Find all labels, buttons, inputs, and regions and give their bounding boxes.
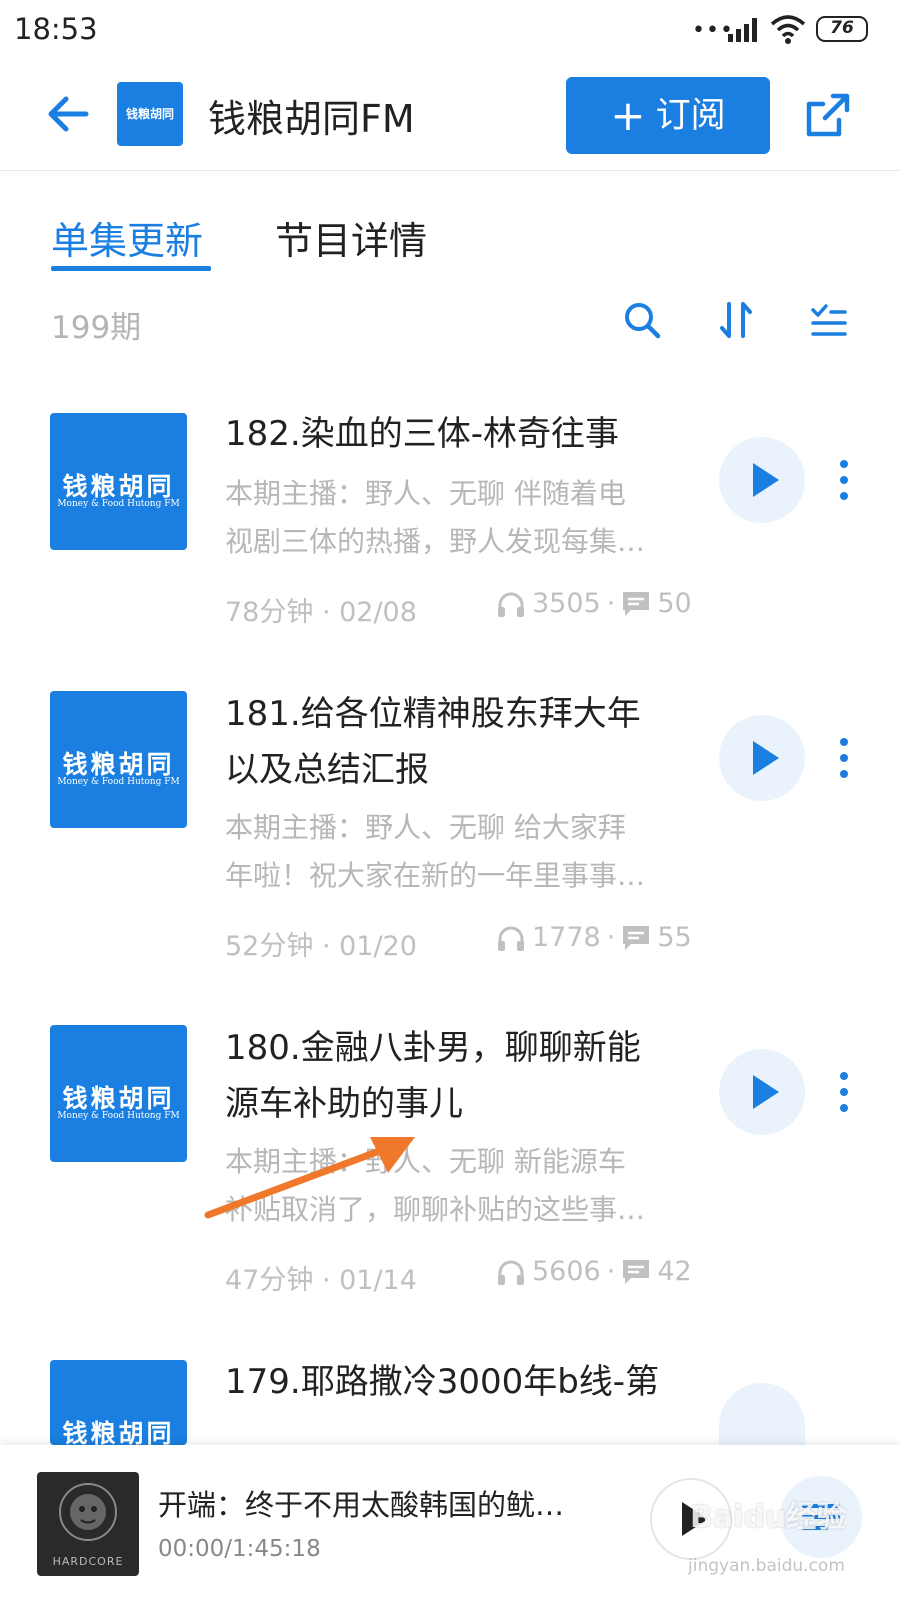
comment-icon bbox=[623, 1259, 650, 1284]
logo-text: 钱粮胡同 bbox=[125, 107, 174, 121]
cover-subtext: Money & Food Hutong FM bbox=[57, 499, 180, 509]
play-count: 1778 bbox=[532, 922, 601, 953]
episode-title[interactable]: 182.染血的三体-林奇往事 bbox=[225, 406, 685, 462]
more-vertical-icon[interactable] bbox=[832, 1068, 856, 1118]
separator: · bbox=[606, 922, 616, 953]
episode-description: 本期主播：野人、无聊 伴随着电 视剧三体的热播，野人发现每集… bbox=[225, 470, 695, 566]
episode-title[interactable]: 179.耶路撒冷3000年b线-第 bbox=[225, 1354, 685, 1410]
header-divider bbox=[0, 170, 900, 171]
episode-cover[interactable]: 钱粮胡同 Money & Food Hutong FM bbox=[50, 413, 187, 550]
watermark: Baidu经验 bbox=[690, 1500, 847, 1535]
title-line: 以及总结汇报 bbox=[225, 750, 429, 790]
episode-title[interactable]: 181.给各位精神股东拜大年 以及总结汇报 bbox=[225, 686, 685, 798]
episode-cover[interactable]: 钱粮胡同 Money & Food Hutong FM bbox=[50, 1025, 187, 1162]
subscribe-button[interactable]: + 订阅 bbox=[566, 77, 770, 154]
comment-icon bbox=[623, 925, 650, 950]
active-tab-indicator bbox=[51, 266, 211, 271]
separator: · bbox=[606, 1256, 616, 1287]
episode-cover[interactable]: 钱粮胡同 Money & Food Hutong FM bbox=[50, 691, 187, 828]
cover-text: 钱粮胡同 bbox=[62, 750, 175, 779]
play-button[interactable] bbox=[719, 437, 805, 523]
podcast-logo: 钱粮胡同 bbox=[117, 82, 183, 146]
search-icon[interactable] bbox=[620, 298, 664, 342]
title-line: 181.给各位精神股东拜大年 bbox=[225, 694, 641, 734]
description-line: 本期主播：野人、无聊 伴随着电 bbox=[225, 477, 626, 510]
more-vertical-icon[interactable] bbox=[832, 734, 856, 784]
more-vertical-icon[interactable] bbox=[832, 456, 856, 506]
now-playing-time: 00:00/1:45:18 bbox=[158, 1536, 321, 1562]
description-line: 视剧三体的热播，野人发现每集… bbox=[225, 525, 646, 558]
play-count: 3505 bbox=[532, 588, 601, 619]
comment-count: 42 bbox=[657, 1256, 692, 1287]
play-icon bbox=[753, 1075, 779, 1109]
sort-icon[interactable] bbox=[714, 298, 758, 342]
now-playing-cover[interactable]: HARDCORE bbox=[37, 1472, 139, 1576]
gorilla-logo-icon bbox=[59, 1483, 117, 1541]
headphones-icon bbox=[498, 926, 524, 951]
episode-description: 本期主播：野人、无聊 给大家拜 年啦！祝大家在新的一年里事事… bbox=[225, 804, 695, 900]
tab-episodes[interactable]: 单集更新 bbox=[51, 210, 203, 265]
cover-subtext: Money & Food Hutong FM bbox=[57, 777, 180, 787]
back-arrow-icon[interactable] bbox=[44, 90, 92, 138]
play-button[interactable] bbox=[719, 1383, 805, 1445]
episode-count: 199期 bbox=[51, 310, 142, 346]
play-icon bbox=[753, 741, 779, 775]
cover-subtext: Money & Food Hutong FM bbox=[57, 1111, 180, 1121]
play-count: 5606 bbox=[532, 1256, 601, 1287]
title-line: 源车补助的事儿 bbox=[225, 1084, 463, 1124]
description-line: 本期主播：野人、无聊 给大家拜 bbox=[225, 811, 626, 844]
play-button[interactable] bbox=[719, 715, 805, 801]
episode-meta: 47分钟 · 01/14 bbox=[225, 1265, 417, 1296]
episode-stats: 5606 · 42 bbox=[496, 1256, 692, 1287]
episode-meta: 78分钟 · 02/08 bbox=[225, 597, 417, 628]
wifi-icon bbox=[770, 15, 806, 44]
battery-icon: 76 bbox=[816, 16, 868, 42]
annotation-arrow-icon bbox=[204, 1137, 415, 1219]
podcast-title: 钱粮胡同FM bbox=[208, 97, 415, 141]
signal-icon bbox=[728, 18, 757, 42]
episode-cover[interactable]: 钱粮胡同 bbox=[50, 1360, 187, 1445]
separator: · bbox=[606, 588, 616, 619]
episode-title[interactable]: 180.金融八卦男，聊聊新能 源车补助的事儿 bbox=[225, 1020, 685, 1132]
subscribe-label: 订阅 bbox=[655, 96, 726, 136]
headphones-icon bbox=[498, 1260, 524, 1285]
episode-stats: 3505 · 50 bbox=[496, 588, 692, 619]
comment-count: 55 bbox=[657, 922, 692, 953]
episode-stats: 1778 · 55 bbox=[496, 922, 692, 953]
cover-text: 钱粮胡同 bbox=[62, 1419, 175, 1445]
play-icon bbox=[753, 463, 779, 497]
episode-meta: 52分钟 · 01/20 bbox=[225, 931, 417, 962]
tab-details[interactable]: 节目详情 bbox=[275, 210, 427, 265]
cover-text: 钱粮胡同 bbox=[62, 1084, 175, 1113]
status-time: 18:53 bbox=[14, 12, 98, 46]
comment-count: 50 bbox=[657, 588, 692, 619]
watermark-url: jingyan.baidu.com bbox=[688, 1556, 845, 1576]
title-line: 180.金融八卦男，聊聊新能 bbox=[225, 1028, 641, 1068]
headphones-icon bbox=[498, 592, 524, 617]
now-playing-title: 开端：终于不用太酸韩国的鱿… bbox=[158, 1488, 565, 1522]
status-bar: 18:53 ••• 76 bbox=[0, 0, 900, 64]
play-button[interactable] bbox=[719, 1049, 805, 1135]
description-line: 年啦！祝大家在新的一年里事事… bbox=[225, 859, 646, 892]
cover-text: 钱粮胡同 bbox=[62, 472, 175, 501]
share-icon[interactable] bbox=[803, 92, 851, 140]
plus-icon: + bbox=[610, 91, 646, 140]
multi-select-icon[interactable] bbox=[807, 298, 851, 342]
comment-icon bbox=[623, 591, 650, 616]
cover-label: HARDCORE bbox=[52, 1555, 124, 1568]
